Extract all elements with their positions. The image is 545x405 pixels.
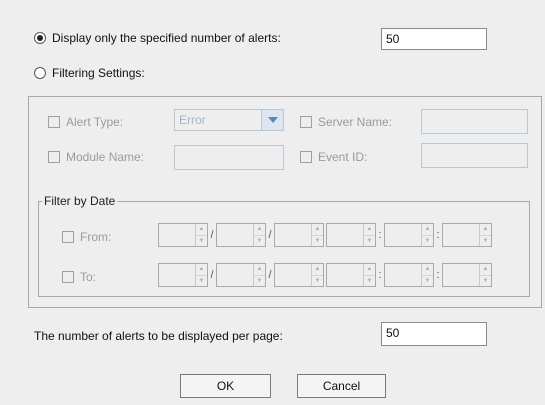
spinner-down-icon[interactable]: ▼ [196, 234, 207, 247]
to-hour-spinner[interactable]: ▲ ▼ [326, 263, 376, 287]
spinner-up-icon[interactable]: ▲ [196, 264, 207, 275]
time-separator: : [436, 229, 440, 241]
time-separator: : [378, 269, 382, 281]
date-separator: / [210, 269, 214, 281]
per-page-label: The number of alerts to be displayed per… [34, 329, 283, 343]
to-month-spinner[interactable]: ▲ ▼ [216, 263, 266, 287]
alert-type-check[interactable] [48, 116, 60, 128]
spinner-up-icon[interactable]: ▲ [422, 224, 433, 235]
alert-type-dropdown-button[interactable] [261, 110, 283, 130]
date-separator: / [268, 269, 272, 281]
to-minute-spinner[interactable]: ▲ ▼ [384, 263, 434, 287]
chevron-down-icon [267, 117, 278, 123]
module-name-check[interactable] [48, 151, 60, 163]
from-minute-spinner[interactable]: ▲ ▼ [384, 223, 434, 247]
from-check[interactable] [62, 231, 74, 243]
from-datetime: ▲ ▼ / ▲ ▼ / ▲ ▼ ▲ ▼ : ▲ ▼ : ▲ ▼ [158, 223, 492, 247]
event-id-input[interactable] [421, 143, 528, 168]
server-name-input[interactable] [421, 109, 528, 134]
alert-type-value: Error [179, 113, 206, 127]
module-name-checkbox[interactable]: Module Name: [48, 150, 144, 164]
spinner-down-icon[interactable]: ▼ [422, 274, 433, 287]
spinner-down-icon[interactable]: ▼ [312, 234, 323, 247]
from-checkbox[interactable]: From: [62, 230, 111, 244]
filter-by-date-legend: Filter by Date [42, 194, 118, 208]
alert-type-combo[interactable]: Error [174, 109, 284, 131]
server-name-checkbox[interactable]: Server Name: [300, 115, 392, 129]
spinner-down-icon[interactable]: ▼ [422, 234, 433, 247]
spinner-up-icon[interactable]: ▲ [480, 264, 491, 275]
spinner-up-icon[interactable]: ▲ [364, 264, 375, 275]
event-id-check[interactable] [300, 151, 312, 163]
alert-type-label: Alert Type: [66, 115, 124, 129]
filtering-radio[interactable] [34, 67, 46, 79]
filtering-option[interactable]: Filtering Settings: [34, 66, 145, 80]
display-limit-radio[interactable] [34, 32, 46, 44]
spinner-up-icon[interactable]: ▲ [364, 224, 375, 235]
spinner-up-icon[interactable]: ▲ [480, 224, 491, 235]
time-separator: : [436, 269, 440, 281]
server-name-check[interactable] [300, 116, 312, 128]
event-id-label: Event ID: [318, 150, 368, 164]
event-id-checkbox[interactable]: Event ID: [300, 150, 367, 164]
display-limit-label: Display only the specified number of ale… [52, 31, 281, 45]
date-separator: / [268, 229, 272, 241]
spinner-down-icon[interactable]: ▼ [364, 234, 375, 247]
from-day-spinner[interactable]: ▲ ▼ [274, 223, 324, 247]
from-label: From: [80, 230, 112, 244]
spinner-up-icon[interactable]: ▲ [196, 224, 207, 235]
to-second-spinner[interactable]: ▲ ▼ [442, 263, 492, 287]
per-page-input[interactable]: 50 [381, 322, 487, 346]
spinner-down-icon[interactable]: ▼ [254, 234, 265, 247]
spinner-up-icon[interactable]: ▲ [312, 224, 323, 235]
spinner-down-icon[interactable]: ▼ [254, 274, 265, 287]
to-checkbox[interactable]: To: [62, 270, 96, 284]
to-day-spinner[interactable]: ▲ ▼ [274, 263, 324, 287]
spinner-down-icon[interactable]: ▼ [312, 274, 323, 287]
spinner-down-icon[interactable]: ▼ [364, 274, 375, 287]
date-separator: / [210, 229, 214, 241]
to-label: To: [80, 270, 97, 284]
from-hour-spinner[interactable]: ▲ ▼ [326, 223, 376, 247]
spinner-down-icon[interactable]: ▼ [480, 234, 491, 247]
module-name-label: Module Name: [66, 150, 145, 164]
module-name-input[interactable] [174, 145, 284, 170]
spinner-up-icon[interactable]: ▲ [312, 264, 323, 275]
cancel-button[interactable]: Cancel [297, 374, 386, 398]
to-year-spinner[interactable]: ▲ ▼ [158, 263, 208, 287]
ok-button[interactable]: OK [180, 374, 271, 398]
spinner-down-icon[interactable]: ▼ [480, 274, 491, 287]
spinner-up-icon[interactable]: ▲ [254, 264, 265, 275]
spinner-up-icon[interactable]: ▲ [254, 224, 265, 235]
alert-type-checkbox[interactable]: Alert Type: [48, 115, 123, 129]
spinner-down-icon[interactable]: ▼ [196, 274, 207, 287]
display-limit-input[interactable]: 50 [381, 28, 487, 50]
to-datetime: ▲ ▼ / ▲ ▼ / ▲ ▼ ▲ ▼ : ▲ ▼ : ▲ ▼ [158, 263, 492, 287]
from-year-spinner[interactable]: ▲ ▼ [158, 223, 208, 247]
spinner-up-icon[interactable]: ▲ [422, 264, 433, 275]
from-month-spinner[interactable]: ▲ ▼ [216, 223, 266, 247]
to-check[interactable] [62, 271, 74, 283]
filtering-label: Filtering Settings: [52, 66, 145, 80]
display-limit-option[interactable]: Display only the specified number of ale… [34, 31, 281, 45]
time-separator: : [378, 229, 382, 241]
server-name-label: Server Name: [318, 115, 393, 129]
from-second-spinner[interactable]: ▲ ▼ [442, 223, 492, 247]
